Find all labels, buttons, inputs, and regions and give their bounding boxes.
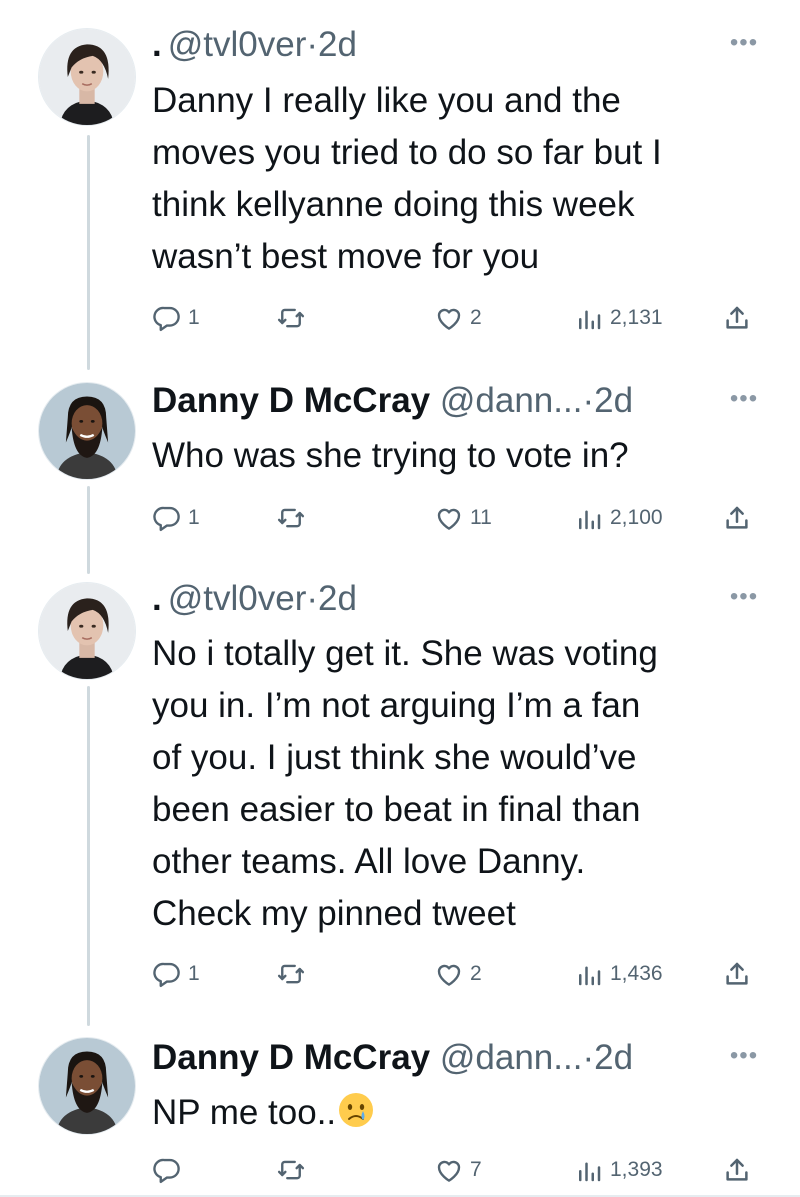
user-handle[interactable]: @dann... [440,381,583,420]
like-count: 11 [470,506,492,529]
avatar[interactable] [38,382,136,480]
heart-icon [434,959,464,989]
avatar[interactable] [38,1037,136,1135]
retweet-icon [276,503,306,533]
separator-dot: · [582,381,595,420]
crying-face-emoji-icon [339,1093,374,1127]
retweet-icon [276,959,306,989]
avatar-woman-portrait [39,583,135,679]
timestamp[interactable]: 2d [594,381,633,420]
more-icon[interactable]: ••• [726,585,762,612]
tweet-text: Who was she trying to vote in? [152,436,629,475]
retweet-button[interactable] [276,1150,312,1190]
tweet-text-container: NP me too.. [152,1087,772,1139]
separator-dot: · [582,1038,595,1077]
retweet-button[interactable] [276,498,312,538]
view-count: 2,131 [610,306,663,329]
views-button[interactable]: 1,436 [574,954,663,994]
reply-button[interactable]: 1 [152,498,200,538]
retweet-icon [276,1155,306,1185]
separator-dot: · [306,579,319,618]
tweet-actions: 1 2 2,131 [152,298,762,338]
heart-icon [434,303,464,333]
tweet-actions: 1 2 1,436 [152,954,762,994]
tweet[interactable]: . @tvl0ver·2d ••• No i totally get it. Sh… [0,570,800,1025]
avatar[interactable] [38,28,136,126]
timestamp[interactable]: 2d [318,579,357,618]
avatar[interactable] [38,582,136,680]
views-button[interactable]: 1,393 [574,1150,663,1190]
user-handle[interactable]: @dann... [440,1038,583,1077]
views-button[interactable]: 2,100 [574,498,663,538]
tweet-header: . @tvl0ver·2d [152,578,730,620]
reply-icon [152,303,182,333]
more-icon[interactable]: ••• [726,1044,762,1071]
tweet-text: NP me too.. [152,1093,337,1132]
share-button[interactable] [722,954,752,994]
tweet-header: . @tvl0ver·2d [152,24,730,66]
display-name[interactable]: Danny D McCray [152,381,430,420]
share-icon [722,959,752,989]
share-button[interactable] [722,498,752,538]
bar-chart-icon [574,1155,604,1185]
reply-count: 1 [188,306,200,329]
reply-icon [152,503,182,533]
retweet-button[interactable] [276,954,312,994]
like-button[interactable]: 7 [434,1150,482,1190]
view-count: 2,100 [610,506,663,529]
display-name[interactable]: Danny D McCray [152,1038,430,1077]
separator-dot: · [306,25,319,64]
retweet-button[interactable] [276,298,312,338]
tweet-header: Danny D McCray @dann...·2d [152,1037,730,1079]
tweet-text: Danny I really like you and the moves yo… [152,81,662,276]
like-button[interactable]: 2 [434,298,482,338]
heart-icon [434,1155,464,1185]
tweet[interactable]: Danny D McCray @dann...·2d ••• NP me too… [0,1025,800,1195]
avatar-woman-portrait [39,29,135,125]
tweet-header: Danny D McCray @dann...·2d [152,380,730,422]
like-count: 2 [470,962,482,985]
reply-count: 1 [188,962,200,985]
avatar-man-portrait [39,383,135,479]
reply-button[interactable] [152,1150,188,1190]
timestamp[interactable]: 2d [594,1038,633,1077]
like-button[interactable]: 11 [434,498,492,538]
view-count: 1,393 [610,1158,663,1181]
bar-chart-icon [574,303,604,333]
avatar-man-portrait [39,1038,135,1134]
reply-button[interactable]: 1 [152,298,200,338]
user-handle[interactable]: @tvl0ver [168,579,307,618]
bar-chart-icon [574,959,604,989]
reply-icon [152,1155,182,1185]
heart-icon [434,503,464,533]
share-icon [722,1155,752,1185]
share-icon [722,503,752,533]
views-button[interactable]: 2,131 [574,298,663,338]
bar-chart-icon [574,503,604,533]
tweet[interactable]: Danny D McCray @dann...·2d ••• Who was s… [0,370,800,570]
timestamp[interactable]: 2d [318,25,357,64]
view-count: 1,436 [610,962,663,985]
reply-button[interactable]: 1 [152,954,200,994]
user-handle[interactable]: @tvl0ver [168,25,307,64]
tweet-actions: 7 1,393 [152,1150,762,1190]
share-icon [722,303,752,333]
more-icon[interactable]: ••• [726,387,762,414]
tweet-actions: 1 11 2,100 [152,498,762,538]
display-name-prefix[interactable]: . [152,25,162,64]
share-button[interactable] [722,298,752,338]
display-name-prefix[interactable]: . [152,579,162,618]
tweet-text: No i totally get it. She was voting you … [152,634,658,933]
like-button[interactable]: 2 [434,954,482,994]
like-count: 2 [470,306,482,329]
tweet[interactable]: . @tvl0ver·2d ••• Danny I really like you… [0,0,800,370]
like-count: 7 [470,1158,482,1181]
more-icon[interactable]: ••• [726,31,762,58]
share-button[interactable] [722,1150,752,1190]
retweet-icon [276,303,306,333]
reply-icon [152,959,182,989]
reply-count: 1 [188,506,200,529]
